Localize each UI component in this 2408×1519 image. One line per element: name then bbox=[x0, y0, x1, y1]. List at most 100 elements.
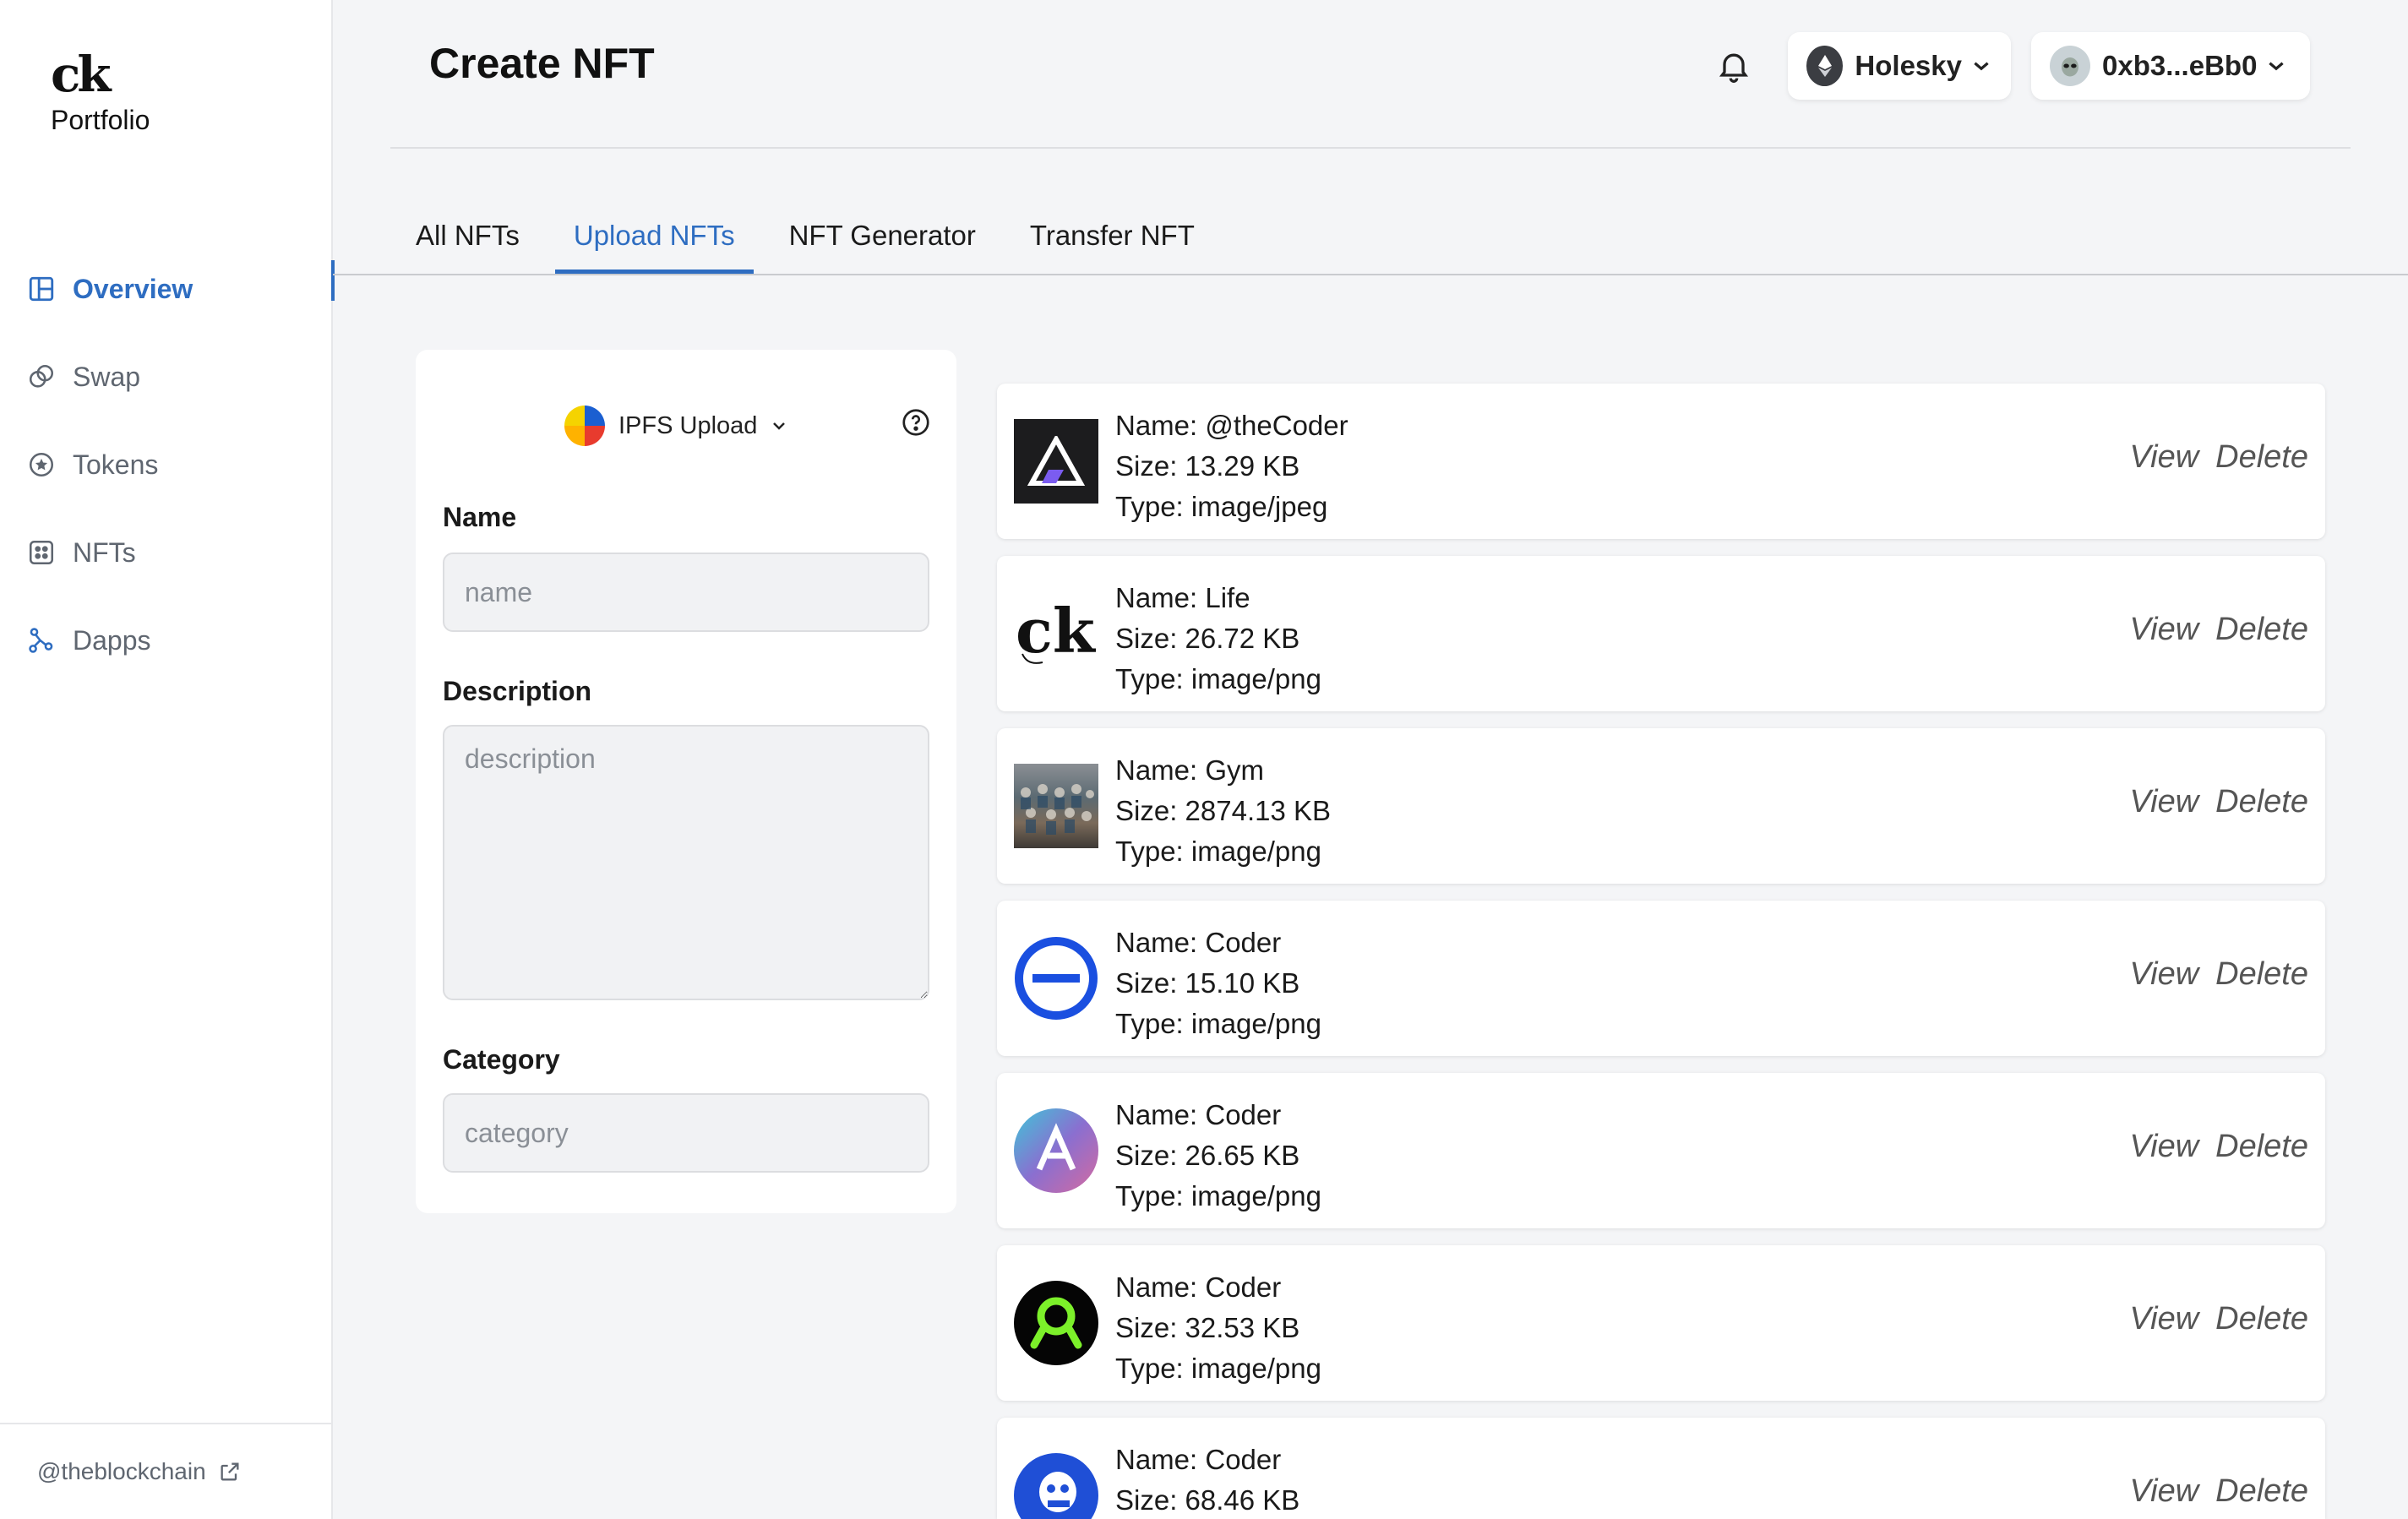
file-name: Name: Coder bbox=[1115, 1444, 1282, 1475]
sidebar-item-nfts[interactable]: NFTs bbox=[0, 509, 333, 596]
list-item: Name: Gym Size: 2874.13 KB Type: image/p… bbox=[997, 728, 2325, 884]
file-info: Name: Coder Size: 68.46 KB bbox=[1115, 1440, 1299, 1519]
sidebar-item-swap[interactable]: Swap bbox=[0, 333, 333, 421]
item-actions: View Delete bbox=[2112, 1473, 2308, 1510]
sidebar-item-label: Dapps bbox=[73, 624, 151, 656]
file-type: Type: image/png bbox=[1115, 836, 1321, 867]
tab-upload-nfts[interactable]: Upload NFTs bbox=[554, 208, 754, 274]
file-size: Size: 32.53 KB bbox=[1115, 1312, 1300, 1343]
file-info: Name: Gym Size: 2874.13 KB Type: image/p… bbox=[1115, 750, 1331, 872]
sidebar-item-tokens[interactable]: Tokens bbox=[0, 421, 333, 509]
list-item: Name: Coder Size: 68.46 KB View Delete bbox=[997, 1418, 2325, 1519]
item-actions: View Delete bbox=[2112, 612, 2308, 648]
file-info: Name: @theCoder Size: 13.29 KB Type: ima… bbox=[1115, 406, 1348, 527]
sidebar-item-label: NFTs bbox=[73, 536, 136, 568]
help-icon[interactable] bbox=[901, 407, 931, 438]
list-item: Name: Coder Size: 32.53 KB Type: image/p… bbox=[997, 1245, 2325, 1401]
file-info: Name: Coder Size: 15.10 KB Type: image/p… bbox=[1115, 923, 1321, 1044]
footer-link[interactable]: @theblockchain bbox=[0, 1423, 331, 1519]
chevron-down-icon bbox=[769, 416, 789, 436]
page-title: Create NFT bbox=[429, 40, 655, 87]
file-info: Name: Life Size: 26.72 KB Type: image/pn… bbox=[1115, 578, 1321, 700]
delete-button[interactable]: Delete bbox=[2215, 1129, 2308, 1165]
footer-link-label: @theblockchain bbox=[37, 1458, 206, 1484]
sidebar-item-overview[interactable]: Overview bbox=[0, 245, 335, 333]
view-button[interactable]: View bbox=[2129, 1473, 2198, 1510]
tab-all-nfts[interactable]: All NFTs bbox=[397, 208, 538, 272]
description-input[interactable] bbox=[443, 725, 929, 1000]
network-selector[interactable]: Holesky bbox=[1788, 32, 2011, 100]
nft-thumbnail bbox=[1014, 1453, 1098, 1519]
sidebar-item-dapps[interactable]: Dapps bbox=[0, 596, 333, 684]
file-name: Name: Life bbox=[1115, 582, 1250, 613]
list-item: Name: @theCoder Size: 13.29 KB Type: ima… bbox=[997, 384, 2325, 539]
list-item: ck Name: Life Size: 26.72 KB Type: image… bbox=[997, 556, 2325, 711]
file-size: Size: 68.46 KB bbox=[1115, 1484, 1300, 1516]
swap-icon bbox=[25, 361, 57, 393]
tab-nft-generator[interactable]: NFT Generator bbox=[771, 208, 994, 272]
account-address: 0xb3...eBb0 bbox=[2102, 50, 2258, 81]
header-divider bbox=[390, 147, 2351, 149]
sidebar-item-label: Overview bbox=[73, 273, 193, 304]
file-type: Type: image/png bbox=[1115, 663, 1321, 694]
view-button[interactable]: View bbox=[2129, 956, 2198, 993]
item-actions: View Delete bbox=[2112, 1301, 2308, 1337]
bell-icon[interactable] bbox=[1715, 47, 1752, 84]
nft-tabs: All NFTs Upload NFTs NFT Generator Trans… bbox=[397, 208, 1230, 274]
file-size: Size: 13.29 KB bbox=[1115, 450, 1300, 482]
file-type: Type: image/png bbox=[1115, 1353, 1321, 1384]
sidebar-item-label: Tokens bbox=[73, 449, 159, 480]
nft-thumbnail bbox=[1014, 936, 1098, 1021]
delete-button[interactable]: Delete bbox=[2215, 784, 2308, 820]
file-type: Type: image/png bbox=[1115, 1180, 1321, 1211]
view-button[interactable]: View bbox=[2129, 1129, 2198, 1165]
nft-thumbnail bbox=[1014, 1281, 1098, 1365]
list-item: Name: Coder Size: 26.65 KB Type: image/p… bbox=[997, 1073, 2325, 1228]
nft-thumbnail bbox=[1014, 419, 1098, 504]
delete-button[interactable]: Delete bbox=[2215, 1301, 2308, 1337]
file-type: Type: image/png bbox=[1115, 1008, 1321, 1039]
view-button[interactable]: View bbox=[2129, 439, 2198, 476]
svg-text:ck: ck bbox=[1016, 595, 1097, 667]
category-input[interactable] bbox=[443, 1093, 929, 1173]
account-selector[interactable]: 0xb3...eBb0 bbox=[2031, 32, 2310, 100]
description-label: Description bbox=[443, 676, 592, 706]
network-icon bbox=[25, 624, 57, 656]
logo-mark: ck bbox=[51, 46, 112, 103]
file-name: Name: Coder bbox=[1115, 1271, 1282, 1303]
tabs-divider bbox=[333, 274, 2408, 275]
delete-button[interactable]: Delete bbox=[2215, 612, 2308, 648]
delete-button[interactable]: Delete bbox=[2215, 1473, 2308, 1510]
tab-transfer-nft[interactable]: Transfer NFT bbox=[1011, 208, 1213, 272]
delete-button[interactable]: Delete bbox=[2215, 956, 2308, 993]
item-actions: View Delete bbox=[2112, 439, 2308, 476]
file-info: Name: Coder Size: 26.65 KB Type: image/p… bbox=[1115, 1095, 1321, 1217]
sidebar-nav: Overview Swap Tokens NFTs Dapps bbox=[0, 245, 335, 684]
chevron-down-icon bbox=[2265, 55, 2287, 77]
list-item: Name: Coder Size: 15.10 KB Type: image/p… bbox=[997, 901, 2325, 1056]
delete-button[interactable]: Delete bbox=[2215, 439, 2308, 476]
file-size: Size: 26.65 KB bbox=[1115, 1140, 1300, 1171]
token-icon bbox=[25, 449, 57, 481]
sidebar-item-label: Swap bbox=[73, 361, 141, 392]
category-label: Category bbox=[443, 1044, 560, 1075]
sidebar: ck Portfolio Overview Swap Tokens NFTs D… bbox=[0, 0, 335, 1519]
upload-method-label: IPFS Upload bbox=[618, 411, 758, 439]
file-size: Size: 26.72 KB bbox=[1115, 623, 1300, 654]
file-name: Name: Coder bbox=[1115, 1099, 1282, 1130]
upload-method-dropdown[interactable]: IPFS Upload bbox=[564, 406, 789, 446]
view-button[interactable]: View bbox=[2129, 1301, 2198, 1337]
view-button[interactable]: View bbox=[2129, 612, 2198, 648]
view-button[interactable]: View bbox=[2129, 784, 2198, 820]
app-logo[interactable]: ck Portfolio bbox=[51, 47, 150, 136]
file-info: Name: Coder Size: 32.53 KB Type: image/p… bbox=[1115, 1267, 1321, 1389]
layout-icon bbox=[25, 273, 57, 305]
network-label: Holesky bbox=[1855, 50, 1962, 81]
chevron-down-icon bbox=[1970, 55, 1992, 77]
ethereum-icon bbox=[1806, 46, 1844, 86]
file-size: Size: 15.10 KB bbox=[1115, 967, 1300, 999]
nft-thumbnail bbox=[1014, 764, 1098, 848]
file-name: Name: Gym bbox=[1115, 754, 1265, 786]
name-input[interactable] bbox=[443, 553, 929, 632]
name-label: Name bbox=[443, 502, 517, 532]
